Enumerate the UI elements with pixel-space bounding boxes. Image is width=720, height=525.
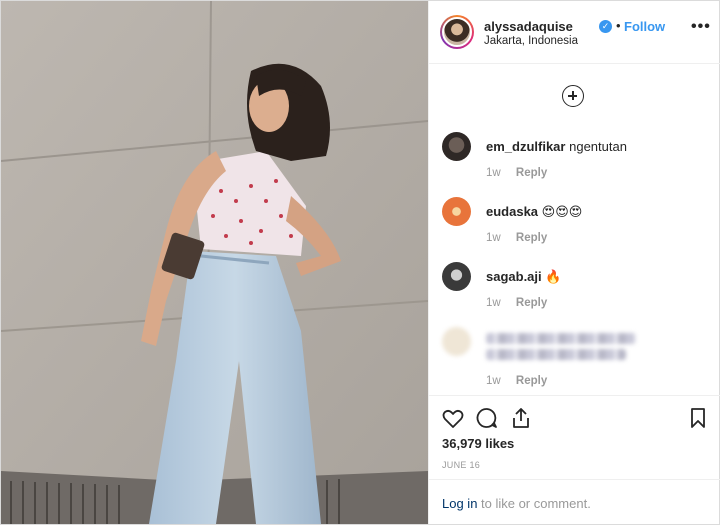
comment-body: 🔥 xyxy=(545,269,562,284)
comment-time: 1w xyxy=(486,375,501,387)
avatar-image xyxy=(442,17,472,47)
separator-dot: • xyxy=(616,18,621,33)
comment-bubble-icon[interactable] xyxy=(475,406,499,430)
comments-list: em_dzulfikar ngentutan 1w Reply eudaska … xyxy=(429,65,720,395)
comment-time: 1w xyxy=(486,232,501,244)
post-modal: alyssadaquise ✓ • Follow Jakarta, Indone… xyxy=(0,0,720,525)
login-link[interactable]: Log in xyxy=(442,496,477,511)
comment-text: em_dzulfikar ngentutan xyxy=(486,139,627,154)
comment-avatar[interactable] xyxy=(442,132,471,161)
comment-meta: 1w Reply xyxy=(486,375,547,387)
comment-time: 1w xyxy=(486,167,501,179)
comment-avatar[interactable] xyxy=(442,197,471,226)
reply-button[interactable]: Reply xyxy=(516,232,547,244)
comment-meta: 1w Reply xyxy=(486,167,547,179)
post-actions: 36,979 likes JUNE 16 Log in to like or c… xyxy=(429,395,720,524)
login-prompt: Log in to like or comment. xyxy=(429,479,720,525)
like-count[interactable]: 36,979 likes xyxy=(442,436,514,451)
comment-avatar[interactable] xyxy=(442,262,471,291)
post-side-panel: alyssadaquise ✓ • Follow Jakarta, Indone… xyxy=(428,1,720,524)
follow-button[interactable]: Follow xyxy=(624,19,665,34)
verified-badge-icon: ✓ xyxy=(599,20,612,33)
comment-username[interactable]: em_dzulfikar xyxy=(486,139,565,154)
login-prompt-text: to like or comment. xyxy=(481,496,591,511)
photo-illustration xyxy=(1,1,428,524)
profile-avatar[interactable] xyxy=(440,15,474,49)
location-link[interactable]: Jakarta, Indonesia xyxy=(484,35,578,47)
reply-button[interactable]: Reply xyxy=(516,167,547,179)
blurred-text xyxy=(486,349,626,360)
comment-meta: 1w Reply xyxy=(486,297,547,309)
post-header: alyssadaquise ✓ • Follow Jakarta, Indone… xyxy=(429,1,720,64)
username-link[interactable]: alyssadaquise xyxy=(484,19,573,34)
reply-button[interactable]: Reply xyxy=(516,297,547,309)
like-heart-icon[interactable] xyxy=(441,406,465,430)
comment-avatar-blurred xyxy=(442,327,471,356)
load-more-comments-icon[interactable] xyxy=(562,85,584,107)
comment-meta: 1w Reply xyxy=(486,232,547,244)
comment-text: sagab.aji 🔥 xyxy=(486,269,561,285)
share-icon[interactable] xyxy=(509,406,533,430)
post-date: JUNE 16 xyxy=(442,460,481,470)
comment-body: ngentutan xyxy=(569,139,627,154)
more-options-icon[interactable]: ••• xyxy=(691,19,711,35)
comment-username[interactable]: eudaska xyxy=(486,204,538,219)
save-bookmark-icon[interactable] xyxy=(686,406,710,430)
comment-time: 1w xyxy=(486,297,501,309)
comment-body: 😍😍😍 xyxy=(541,204,583,219)
post-photo[interactable] xyxy=(1,1,428,524)
reply-button[interactable]: Reply xyxy=(516,375,547,387)
blurred-text xyxy=(486,333,636,344)
comment-username[interactable]: sagab.aji xyxy=(486,269,542,284)
comment-text: eudaska 😍😍😍 xyxy=(486,204,582,220)
